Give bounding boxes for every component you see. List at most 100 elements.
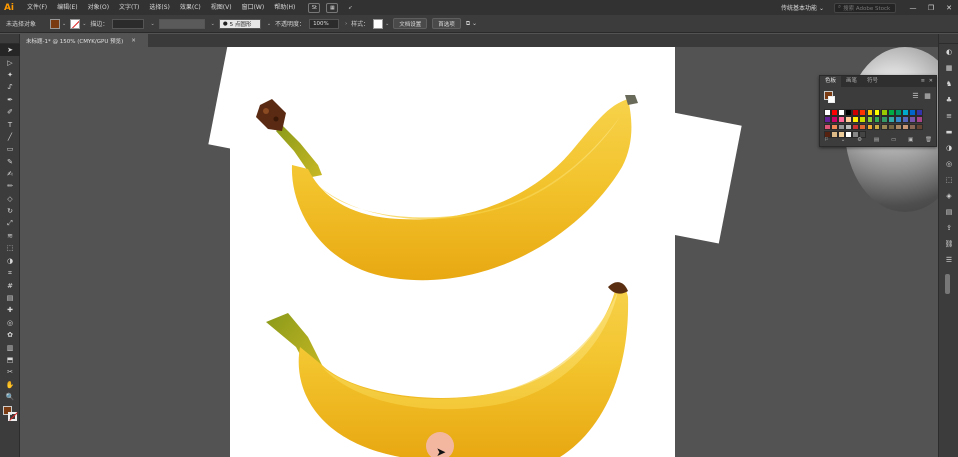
lasso-tool-icon[interactable]: ᔑ: [0, 81, 20, 93]
color-swatch[interactable]: [838, 109, 845, 116]
artboards-icon[interactable]: ▤: [939, 204, 958, 220]
color-swatch[interactable]: [909, 116, 916, 124]
stock-search-input[interactable]: ⌕ 搜索 Adobe Stock: [834, 2, 896, 13]
color-swatch[interactable]: [880, 109, 888, 116]
color-swatch[interactable]: [909, 109, 916, 116]
maximize-button[interactable]: ❐: [922, 4, 940, 12]
grid-view-icon[interactable]: ▦: [923, 91, 932, 100]
color-swatch[interactable]: [831, 109, 838, 116]
banana-bottom[interactable]: [266, 282, 629, 457]
rectangle-tool-icon[interactable]: ▭: [0, 143, 20, 155]
symbol-sprayer-tool-icon[interactable]: ✿: [0, 329, 20, 341]
color-swatch[interactable]: [873, 109, 881, 116]
mesh-tool-icon[interactable]: #: [0, 279, 20, 291]
zoom-tool-icon[interactable]: 🔍: [0, 391, 20, 403]
gpu-performance-icon[interactable]: ➶: [344, 3, 356, 13]
color-swatch[interactable]: [909, 123, 916, 131]
symbols-icon[interactable]: ♣: [939, 92, 958, 108]
pencil-tool-icon[interactable]: ✏: [0, 180, 20, 192]
menu-item[interactable]: 效果(C): [175, 0, 206, 15]
color-swatch[interactable]: [859, 116, 867, 124]
color-swatch[interactable]: [845, 116, 853, 124]
close-window-button[interactable]: ✕: [940, 4, 958, 12]
color-guide-icon[interactable]: ▦: [939, 60, 958, 76]
scale-tool-icon[interactable]: ⤢: [0, 217, 20, 229]
banana-top[interactable]: [256, 95, 638, 281]
document-setup-button[interactable]: 文档设置: [393, 18, 428, 29]
properties-icon[interactable]: ☰: [939, 252, 958, 268]
color-swatch[interactable]: [873, 116, 881, 124]
color-swatch[interactable]: [880, 116, 888, 124]
paintbrush-tool-icon[interactable]: ✎: [0, 156, 20, 168]
graphic-style-swatch[interactable]: [373, 18, 384, 29]
menu-item[interactable]: 文件(F): [22, 0, 52, 15]
column-graph-tool-icon[interactable]: ▥: [0, 341, 20, 353]
minimize-button[interactable]: —: [904, 4, 922, 12]
color-swatch[interactable]: [852, 109, 860, 116]
layers-icon[interactable]: ◈: [939, 188, 958, 204]
color-swatch[interactable]: [866, 109, 874, 116]
color-swatch[interactable]: [916, 109, 924, 116]
panel-menu-icon[interactable]: ≡: [921, 76, 925, 87]
asset-export-icon[interactable]: ⇪: [939, 220, 958, 236]
fill-stroke-control[interactable]: [0, 403, 19, 427]
color-swatch[interactable]: [866, 123, 874, 131]
curvature-tool-icon[interactable]: ✐: [0, 106, 20, 118]
panel-grip[interactable]: [939, 34, 958, 44]
chevron-down-icon[interactable]: ⌄: [211, 21, 215, 27]
chevron-down-icon[interactable]: ⌄: [267, 21, 271, 27]
menu-item[interactable]: 文字(T): [114, 0, 144, 15]
rotate-tool-icon[interactable]: ↻: [0, 205, 20, 217]
close-icon[interactable]: ✕: [131, 38, 136, 44]
direct-selection-tool-icon[interactable]: ▷: [0, 56, 20, 68]
color-swatch[interactable]: [859, 123, 867, 131]
chevron-down-icon[interactable]: ⌄: [82, 21, 86, 27]
list-view-icon[interactable]: ☰: [911, 91, 920, 100]
new-swatch-icon[interactable]: ▣: [908, 137, 913, 143]
variable-width-field[interactable]: [158, 18, 205, 29]
color-swatch[interactable]: [824, 116, 831, 124]
color-swatch[interactable]: [887, 116, 895, 124]
color-swatch[interactable]: [894, 123, 902, 131]
color-swatch[interactable]: [866, 116, 874, 124]
color-swatch[interactable]: [845, 123, 853, 131]
shape-builder-tool-icon[interactable]: ◑: [0, 255, 20, 267]
hand-tool-icon[interactable]: ✋: [0, 379, 20, 391]
color-swatch[interactable]: [838, 116, 845, 124]
color-swatch[interactable]: [902, 109, 909, 116]
links-icon[interactable]: ⛓: [939, 236, 958, 252]
shaper-tool-icon[interactable]: ✍: [0, 168, 20, 180]
swatch-options-icon[interactable]: ⚙: [857, 137, 862, 143]
artboard-tool-icon[interactable]: ⬒: [0, 354, 20, 366]
magic-wand-tool-icon[interactable]: ✦: [0, 69, 20, 81]
preferences-button[interactable]: 首选项: [432, 18, 461, 29]
swatch-library-icon[interactable]: ⚐: [824, 137, 829, 143]
perspective-grid-tool-icon[interactable]: ⌗: [0, 267, 20, 279]
brushes-icon[interactable]: ♞: [939, 76, 958, 92]
new-group-icon[interactable]: ▭: [891, 137, 896, 143]
color-swatch[interactable]: [902, 116, 909, 124]
bridge-icon[interactable]: St: [308, 2, 321, 13]
arrange-icon[interactable]: ⧉ ⌄: [466, 20, 477, 28]
chevron-right-icon[interactable]: ›: [345, 21, 347, 27]
color-swatch[interactable]: [838, 123, 845, 131]
color-swatch[interactable]: [824, 123, 831, 131]
color-swatch[interactable]: [845, 109, 853, 116]
graphic-styles-icon[interactable]: ⬚: [939, 172, 958, 188]
color-group-icon[interactable]: ▤: [874, 137, 879, 143]
menu-item[interactable]: 选择(S): [144, 0, 175, 15]
fill-color-swatch[interactable]: [50, 18, 61, 29]
stroke-icon[interactable]: ≡: [939, 108, 958, 124]
close-icon[interactable]: ✕: [929, 76, 933, 87]
type-tool-icon[interactable]: T: [0, 118, 20, 130]
stroke-color-swatch[interactable]: [70, 18, 81, 29]
brush-definition-field[interactable]: ● 5 点圆形: [218, 18, 261, 29]
eraser-tool-icon[interactable]: ◇: [0, 193, 20, 205]
panel-stroke-swatch[interactable]: [828, 96, 835, 103]
tab-symbols[interactable]: 符号: [862, 76, 883, 87]
panel-grip[interactable]: [0, 34, 19, 44]
menu-item[interactable]: 视图(V): [206, 0, 237, 15]
gradient-tool-icon[interactable]: ▤: [0, 292, 20, 304]
free-transform-tool-icon[interactable]: ⬚: [0, 242, 20, 254]
tab-swatches[interactable]: 色板: [820, 76, 842, 87]
